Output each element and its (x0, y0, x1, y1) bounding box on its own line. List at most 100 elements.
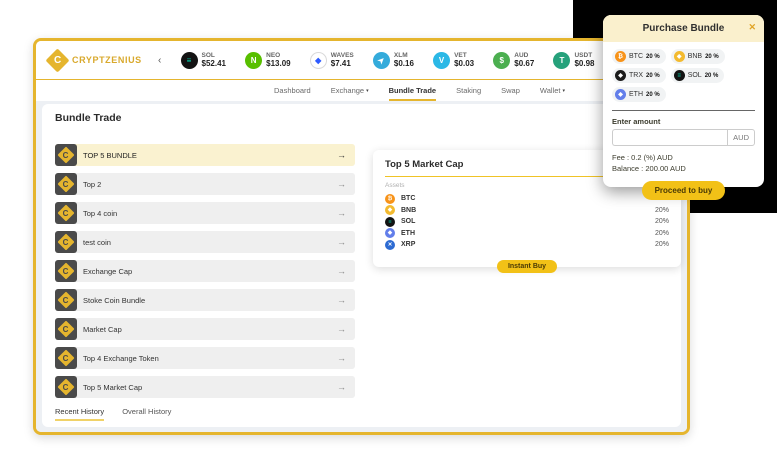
ticker-coin-vet: V VET$0.03 (433, 52, 474, 69)
ticker-coin-waves: ◆ WAVES$7.41 (310, 52, 354, 69)
btc-coin-icon: ₿ (615, 51, 626, 62)
bundle-item-top-2[interactable]: C Top 2→ (55, 173, 355, 195)
coin-price: $0.03 (454, 59, 474, 68)
coin-symbol: USDT (574, 52, 594, 59)
coin-symbol: NEO (266, 52, 290, 59)
brand-name: CRYPTZENIUS (72, 55, 142, 65)
waves-coin-icon: ◆ (310, 52, 327, 69)
asset-percent: 20% (655, 218, 669, 225)
usdt-coin-icon: T (553, 52, 570, 69)
nav-exchange[interactable]: Exchange▾ (331, 80, 369, 101)
caret-down-icon: ▾ (366, 88, 369, 94)
modal-divider (612, 110, 755, 111)
vet-coin-icon: V (433, 52, 450, 69)
tab-recent-history[interactable]: Recent History (55, 407, 104, 421)
coin-price: $0.16 (394, 59, 414, 68)
coin-price: $7.41 (331, 59, 354, 68)
bundle-item-stoke-coin-bundle[interactable]: C Stoke Coin Bundle→ (55, 289, 355, 311)
bundle-item-top-5-market-cap[interactable]: C Top 5 Market Cap→ (55, 376, 355, 398)
arrow-right-icon: → (337, 295, 346, 305)
bundle-logo-icon: C (55, 173, 77, 195)
chip-trx: ◆ TRX20 % (612, 68, 666, 83)
sol-coin-icon: ≡ (674, 70, 685, 81)
bundle-logo-icon: C (55, 231, 77, 253)
arrow-right-icon: → (337, 150, 346, 160)
nav-staking[interactable]: Staking (456, 80, 481, 101)
ticker-coin-sol: ≡ SOL$52.41 (181, 52, 226, 69)
modal-body: ₿ BTC20 % ◆ BNB20 % ◆ TRX20 % ≡ SOL20 % … (603, 42, 764, 200)
close-icon[interactable]: ✕ (748, 22, 756, 33)
coin-symbol: XLM (394, 52, 414, 59)
bundle-composition-chips: ₿ BTC20 % ◆ BNB20 % ◆ TRX20 % ≡ SOL20 % … (612, 49, 755, 102)
coin-price: $13.09 (266, 59, 290, 68)
arrow-right-icon: → (337, 237, 346, 247)
app-window: C CRYPTZENIUS ‹ ≡ SOL$52.41 N NEO$13.09 … (33, 38, 690, 435)
coin-price: $0.98 (574, 59, 594, 68)
bundle-logo-icon: C (55, 260, 77, 282)
asset-percent: 20% (655, 241, 669, 248)
modal-header: Purchase Bundle ✕ (603, 15, 764, 42)
ticker-coin-aud: $ AUD$0.67 (493, 52, 534, 69)
bundle-item-top-4-exchange-token[interactable]: C Top 4 Exchange Token→ (55, 347, 355, 369)
main-nav: Dashboard Exchange▾ Bundle Trade Staking… (94, 80, 690, 101)
amount-input[interactable] (612, 129, 727, 146)
ticker-coin-neo: N NEO$13.09 (245, 52, 290, 69)
bundle-logo-icon: C (55, 347, 77, 369)
ticker-prev-icon[interactable]: ‹ (158, 55, 161, 66)
xrp-coin-icon: ✕ (385, 240, 395, 250)
currency-suffix: AUD (727, 129, 755, 146)
asset-row-sol: ≡ SOL20% (385, 216, 669, 228)
ticker-coin-usdt: T USDT$0.98 (553, 52, 594, 69)
coin-symbol: SOL (202, 52, 226, 59)
ticker-coin-xlm: ➤ XLM$0.16 (373, 52, 414, 69)
bundle-logo-icon: C (55, 376, 77, 398)
bnb-coin-icon: ◆ (674, 51, 685, 62)
bundle-trade-panel: Bundle Trade C TOP 5 BUNDLE→ C Top 2→ C … (42, 104, 681, 427)
bundle-item-test-coin[interactable]: C test coin→ (55, 231, 355, 253)
page-title: Bundle Trade (55, 112, 668, 124)
brand-logo: C CRYPTZENIUS (46, 52, 158, 69)
asset-row-bnb: ◆ BNB20% (385, 205, 669, 217)
fee-line: Fee : 0.2 (%) AUD (612, 153, 755, 162)
nav-dashboard[interactable]: Dashboard (274, 80, 311, 101)
bundle-logo-icon: C (55, 318, 77, 340)
chip-btc: ₿ BTC20 % (612, 49, 666, 64)
proceed-to-buy-button[interactable]: Proceed to buy (642, 181, 726, 200)
nav-bundle-trade[interactable]: Bundle Trade (389, 80, 437, 101)
bundle-logo-icon: C (55, 144, 77, 166)
history-tabs: Recent History Overall History (55, 407, 171, 421)
arrow-right-icon: → (337, 266, 346, 276)
sol-coin-icon: ≡ (181, 52, 198, 69)
caret-down-icon: ▾ (562, 88, 565, 94)
eth-coin-icon: ◆ (385, 228, 395, 238)
tab-overall-history[interactable]: Overall History (122, 407, 171, 421)
arrow-right-icon: → (337, 179, 346, 189)
modal-title: Purchase Bundle (643, 23, 725, 34)
bundle-item-top-5-bundle[interactable]: C TOP 5 BUNDLE→ (55, 144, 355, 166)
nav-wallet[interactable]: Wallet▾ (540, 80, 565, 101)
coin-price: $52.41 (202, 59, 226, 68)
nav-swap[interactable]: Swap (501, 80, 520, 101)
eth-coin-icon: ◆ (615, 89, 626, 100)
bundle-logo-icon: C (55, 289, 77, 311)
bundle-item-exchange-cap[interactable]: C Exchange Cap→ (55, 260, 355, 282)
coin-price: $0.67 (514, 59, 534, 68)
arrow-right-icon: → (337, 324, 346, 334)
brand-diamond-icon: C (45, 48, 69, 72)
asset-row-eth: ◆ ETH20% (385, 228, 669, 240)
chip-sol: ≡ SOL20 % (671, 68, 725, 83)
bundle-logo-icon: C (55, 202, 77, 224)
asset-percent: 20% (655, 230, 669, 237)
ticker-bar: C CRYPTZENIUS ‹ ≡ SOL$52.41 N NEO$13.09 … (36, 41, 687, 79)
coin-symbol: WAVES (331, 52, 354, 59)
content-area: Bundle Trade C TOP 5 BUNDLE→ C Top 2→ C … (36, 101, 687, 432)
arrow-right-icon: → (337, 382, 346, 392)
bundle-item-market-cap[interactable]: C Market Cap→ (55, 318, 355, 340)
sol-coin-icon: ≡ (385, 217, 395, 227)
asset-percent: 20% (655, 207, 669, 214)
instant-buy-button[interactable]: Instant Buy (497, 260, 557, 273)
chip-bnb: ◆ BNB20 % (671, 49, 725, 64)
bnb-coin-icon: ◆ (385, 205, 395, 215)
bundle-item-top-4-coin[interactable]: C Top 4 coin→ (55, 202, 355, 224)
coin-symbol: AUD (514, 52, 534, 59)
